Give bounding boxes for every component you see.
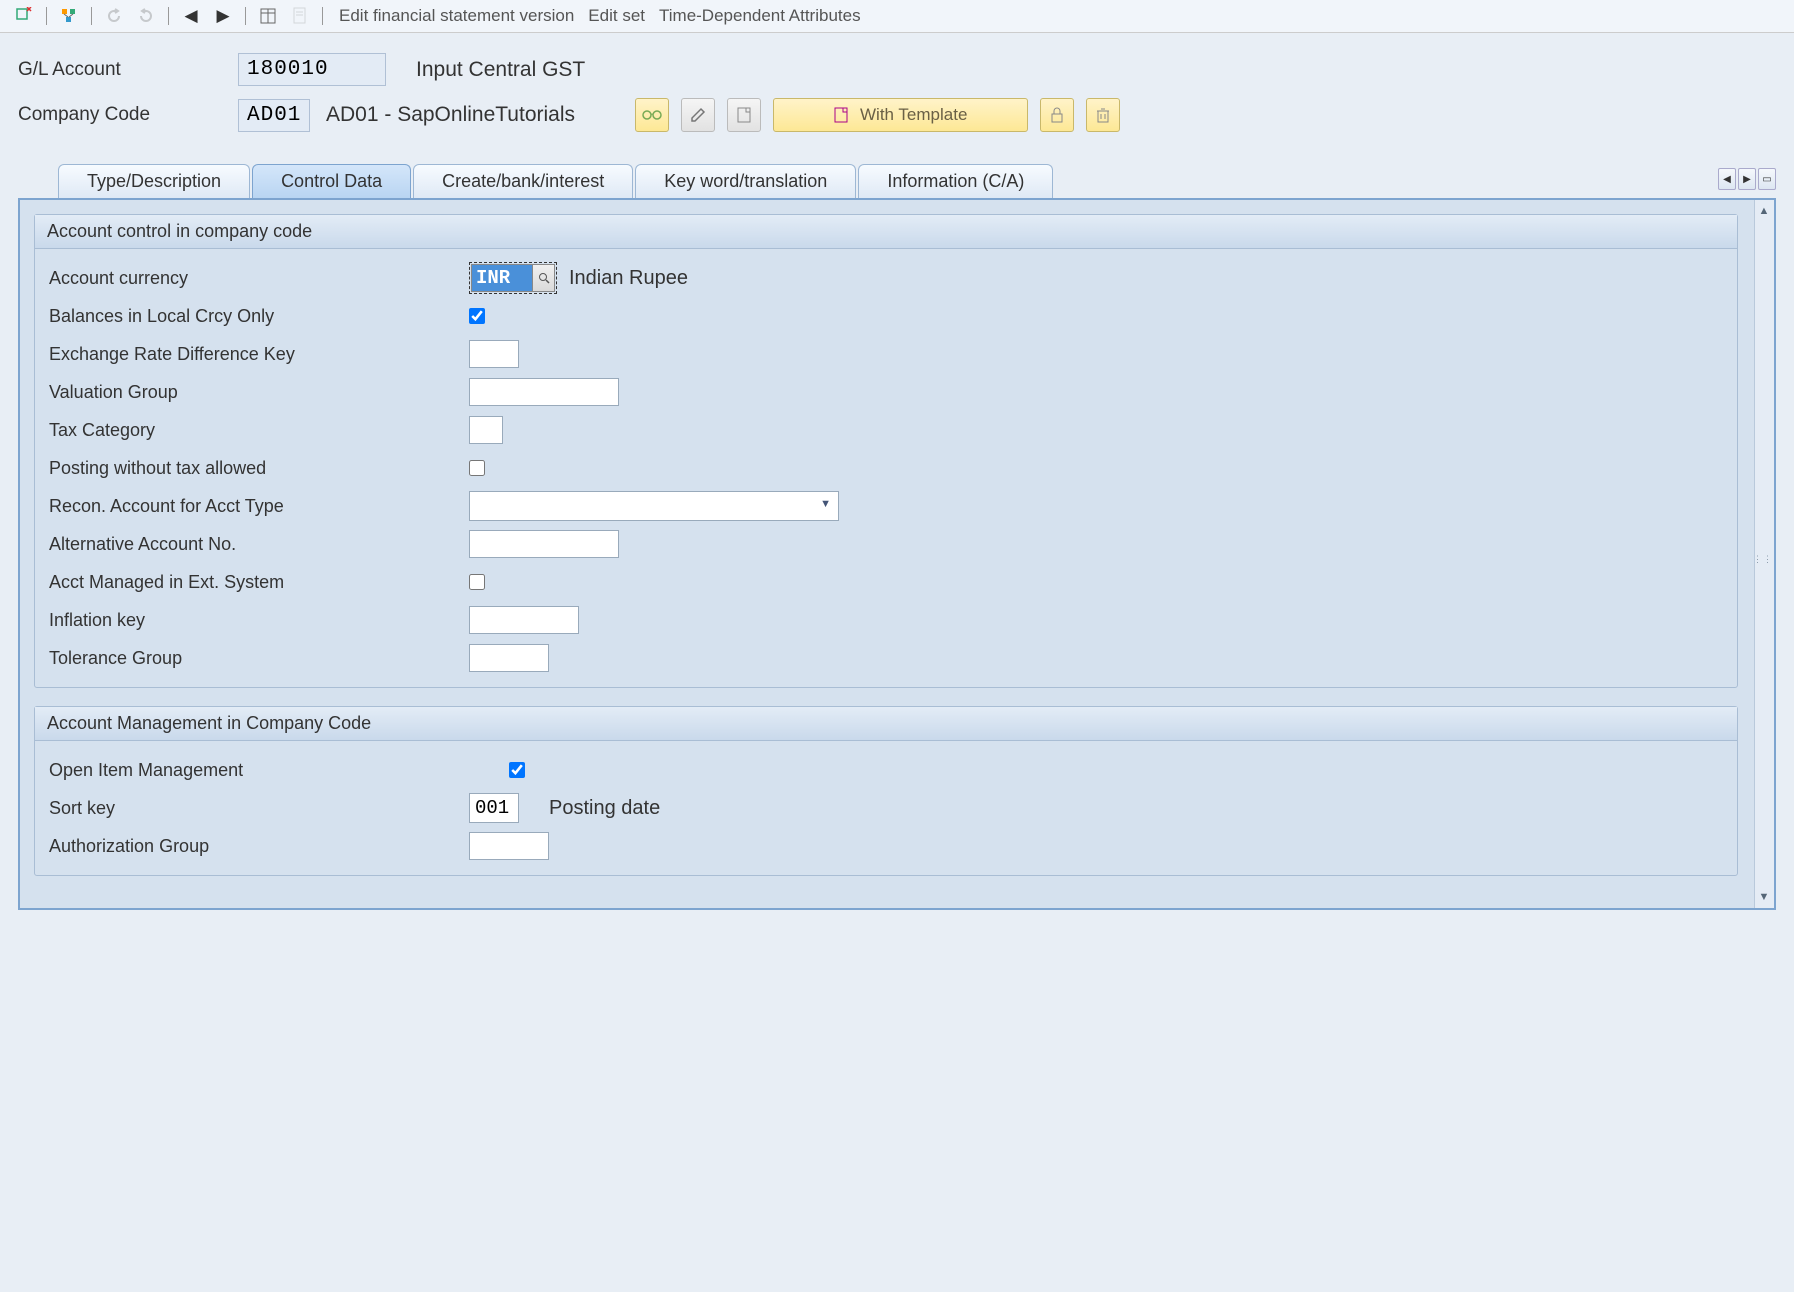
open-item-checkbox[interactable] (509, 762, 525, 778)
tax-category-input[interactable] (469, 416, 503, 444)
authorization-group-input[interactable] (469, 832, 549, 860)
tab-keyword-translation[interactable]: Key word/translation (635, 164, 856, 198)
overview-icon[interactable] (256, 4, 280, 28)
panel-account-control: Account control in company code Account … (34, 214, 1738, 688)
menu-edit-fsv[interactable]: Edit financial statement version (339, 6, 574, 26)
scrollbar-grip-icon[interactable]: ⋮⋮ (1753, 554, 1773, 565)
alternative-account-label: Alternative Account No. (49, 534, 469, 555)
posting-without-tax-checkbox[interactable] (469, 460, 485, 476)
valuation-group-input[interactable] (469, 378, 619, 406)
undo-icon[interactable] (102, 4, 126, 28)
lock-button[interactable] (1040, 98, 1074, 132)
company-code-desc: AD01 - SapOnlineTutorials (326, 103, 575, 127)
delete-button[interactable] (1086, 98, 1120, 132)
search-help-icon[interactable] (533, 264, 555, 292)
with-template-label: With Template (860, 105, 967, 125)
panel-account-management-title: Account Management in Company Code (35, 707, 1737, 741)
tab-region: Type/Description Control Data Create/ban… (18, 164, 1776, 910)
account-currency-desc: Indian Rupee (569, 267, 688, 290)
scroll-up-icon[interactable]: ▲ (1755, 202, 1773, 220)
balances-local-label: Balances in Local Crcy Only (49, 306, 469, 327)
scroll-down-icon[interactable]: ▼ (1755, 888, 1773, 906)
alternative-account-input[interactable] (469, 530, 619, 558)
ext-system-label: Acct Managed in Ext. System (49, 572, 469, 593)
vertical-scrollbar[interactable]: ▲ ⋮⋮ ▼ (1754, 200, 1774, 908)
menu-time-dep[interactable]: Time-Dependent Attributes (659, 6, 861, 26)
panel-account-management: Account Management in Company Code Open … (34, 706, 1738, 876)
hierarchy-icon[interactable] (57, 4, 81, 28)
edit-button[interactable] (681, 98, 715, 132)
inflation-key-input[interactable] (469, 606, 579, 634)
tab-type-description[interactable]: Type/Description (58, 164, 250, 198)
account-currency-label: Account currency (49, 268, 469, 289)
recon-account-label: Recon. Account for Acct Type (49, 496, 469, 517)
sort-key-label: Sort key (49, 798, 469, 819)
tolerance-group-label: Tolerance Group (49, 648, 469, 669)
company-code-label: Company Code (18, 104, 238, 126)
app-toolbar: ◀ ▶ Edit financial statement version Edi… (0, 0, 1794, 33)
tab-scroll-right[interactable]: ▶ (1738, 168, 1756, 190)
tab-create-bank-interest[interactable]: Create/bank/interest (413, 164, 633, 198)
menu-exit-icon[interactable] (12, 4, 36, 28)
menu-edit-set[interactable]: Edit set (588, 6, 645, 26)
tab-control-data[interactable]: Control Data (252, 164, 411, 198)
tolerance-group-input[interactable] (469, 644, 549, 672)
gl-account-input[interactable] (238, 53, 386, 86)
inflation-key-label: Inflation key (49, 610, 469, 631)
spectacles-button[interactable] (635, 98, 669, 132)
account-currency-input[interactable] (471, 264, 533, 292)
redo-icon[interactable] (134, 4, 158, 28)
with-template-button[interactable]: With Template (773, 98, 1028, 132)
exchange-rate-key-label: Exchange Rate Difference Key (49, 344, 469, 365)
create-button[interactable] (727, 98, 761, 132)
doc-icon[interactable] (288, 4, 312, 28)
ext-system-checkbox[interactable] (469, 574, 485, 590)
prev-icon[interactable]: ◀ (179, 4, 203, 28)
tab-list-button[interactable]: ▭ (1758, 168, 1776, 190)
balances-local-checkbox[interactable] (469, 308, 485, 324)
recon-account-select[interactable] (469, 491, 839, 521)
gl-account-label: G/L Account (18, 59, 238, 81)
panel-account-control-title: Account control in company code (35, 215, 1737, 249)
tab-information-ca[interactable]: Information (C/A) (858, 164, 1053, 198)
tab-scroll-left[interactable]: ◀ (1718, 168, 1736, 190)
company-code-input[interactable] (238, 99, 310, 132)
header-area: G/L Account Input Central GST Company Co… (0, 33, 1794, 154)
tab-content: ▲ ⋮⋮ ▼ Account control in company code A… (18, 198, 1776, 910)
authorization-group-label: Authorization Group (49, 836, 469, 857)
sort-key-input[interactable] (469, 793, 519, 823)
tax-category-label: Tax Category (49, 420, 469, 441)
gl-account-desc: Input Central GST (416, 58, 585, 82)
valuation-group-label: Valuation Group (49, 382, 469, 403)
sort-key-desc: Posting date (549, 797, 660, 820)
exchange-rate-key-input[interactable] (469, 340, 519, 368)
posting-without-tax-label: Posting without tax allowed (49, 458, 469, 479)
next-icon[interactable]: ▶ (211, 4, 235, 28)
open-item-label: Open Item Management (49, 760, 509, 781)
